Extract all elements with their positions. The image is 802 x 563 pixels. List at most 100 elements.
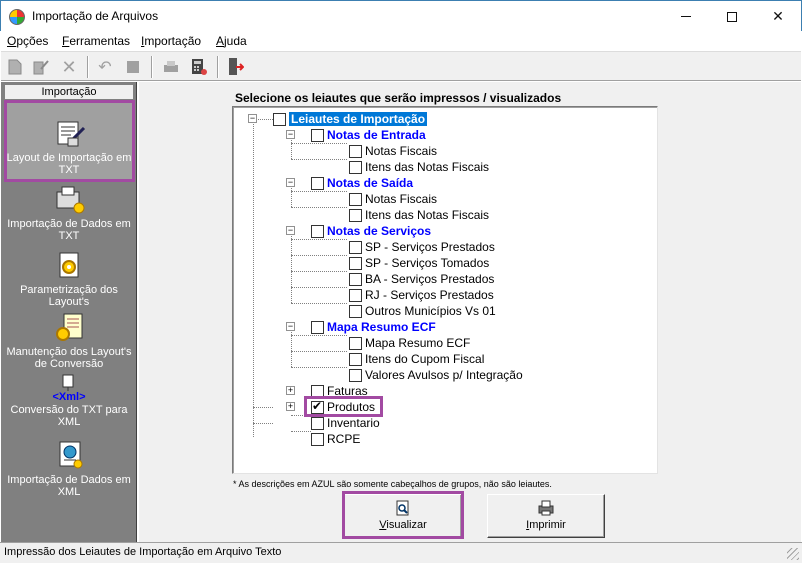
close-button[interactable]: ✕ <box>755 1 801 32</box>
checkbox[interactable] <box>349 192 362 206</box>
sidebar-item-manutencao[interactable]: Manutenção dos Layout's de Conversão <box>4 310 134 374</box>
tree-node-label: SP - Serviços Tomados <box>365 256 490 270</box>
sidebar-item-parametrizacao[interactable]: Parametrização dos Layout's <box>4 246 134 310</box>
checkbox[interactable] <box>349 288 362 302</box>
window-title: Importação de Arquivos <box>32 9 159 23</box>
sidebar-item-importacao-txt[interactable]: Importação de Dados em TXT <box>4 182 134 246</box>
tree-expander[interactable]: + <box>286 402 295 411</box>
layout-tree[interactable]: − − − − − + + Leiautes de Importação Not… <box>232 106 658 474</box>
menu-ferramentas[interactable]: Ferramentas <box>62 34 130 48</box>
data-import-icon <box>54 184 85 214</box>
checkbox[interactable] <box>311 176 324 190</box>
tree-line <box>291 239 347 240</box>
print-button[interactable] <box>161 57 181 77</box>
sidebar-item-importacao-xml[interactable]: Importação de Dados em XML <box>4 436 134 500</box>
tree-line <box>291 159 347 160</box>
tree-line <box>291 327 292 367</box>
checkbox[interactable] <box>273 112 286 126</box>
sidebar-item-label: Importação de Dados em XML <box>7 474 131 498</box>
tree-node-label: Mapa Resumo ECF <box>327 320 436 334</box>
tree-node-group-mapa[interactable]: Mapa Resumo ECF <box>311 319 436 335</box>
calc-button[interactable] <box>189 57 209 77</box>
checkbox[interactable] <box>311 320 324 334</box>
printer-icon <box>164 61 178 72</box>
checkbox[interactable] <box>349 304 362 318</box>
checkbox[interactable] <box>349 240 362 254</box>
tree-line <box>291 303 347 304</box>
tree-node-label: Outros Municípios Vs 01 <box>365 304 496 318</box>
exit-button[interactable] <box>225 57 245 77</box>
tree-node-leaf[interactable]: Notas Fiscais <box>349 143 437 159</box>
sidebar-item-label: Manutenção dos Layout's de Conversão <box>6 346 132 370</box>
menu-importacao-label: mportação <box>144 34 202 48</box>
menu-ajuda[interactable]: Ajuda <box>216 34 247 48</box>
tree-line <box>291 271 347 272</box>
checkbox[interactable] <box>349 336 362 350</box>
tree-line <box>291 207 347 208</box>
tree-expander[interactable]: − <box>286 178 295 187</box>
tree-node-label: RJ - Serviços Prestados <box>365 288 494 302</box>
tree-line <box>253 407 273 408</box>
checkbox[interactable] <box>349 272 362 286</box>
minimize-button[interactable] <box>663 1 709 32</box>
tree-node-leaf[interactable]: BA - Serviços Prestados <box>349 271 494 287</box>
tree-node-leaf[interactable]: SP - Serviços Prestados <box>349 239 495 255</box>
tree-node-leaf[interactable]: Itens das Notas Fiscais <box>349 159 489 175</box>
sidebar: Importação Layout de Importação em TXT I… <box>1 82 137 542</box>
toolbar-separator <box>217 56 219 78</box>
tree-node-group-servicos[interactable]: Notas de Serviços <box>311 223 431 239</box>
resize-grip-icon[interactable] <box>787 548 799 560</box>
tree-node-rcpe[interactable]: RCPE <box>311 431 360 447</box>
imprimir-label: mprimir <box>529 519 566 531</box>
tree-expander[interactable]: − <box>286 322 295 331</box>
printer-icon <box>537 500 555 516</box>
tree-node-leaf[interactable]: Mapa Resumo ECF <box>349 335 470 351</box>
menu-opcoes[interactable]: Opções <box>7 34 48 48</box>
tree-node-leaf[interactable]: RJ - Serviços Prestados <box>349 287 494 303</box>
maximize-button[interactable] <box>709 1 755 32</box>
checkbox[interactable] <box>349 160 362 174</box>
menu-importacao[interactable]: Importação <box>141 34 201 48</box>
checkbox[interactable] <box>349 144 362 158</box>
sidebar-item-label: Importação de Dados em TXT <box>7 218 131 242</box>
new-doc-icon <box>8 59 22 75</box>
tree-expander[interactable]: − <box>286 226 295 235</box>
tree-node-root[interactable]: Leiautes de Importação <box>273 111 428 127</box>
checkbox[interactable] <box>311 416 324 430</box>
tree-node-label: BA - Serviços Prestados <box>365 272 495 286</box>
tree-expander[interactable]: + <box>286 386 295 395</box>
tree-node-leaf[interactable]: Notas Fiscais <box>349 191 437 207</box>
tree-node-group-entrada[interactable]: Notas de Entrada <box>311 127 426 143</box>
undo-button[interactable]: ↶ <box>95 57 115 77</box>
tree-node-leaf[interactable]: Itens das Notas Fiscais <box>349 207 489 223</box>
tree-node-leaf[interactable]: Itens do Cupom Fiscal <box>349 351 484 367</box>
checkbox[interactable] <box>349 256 362 270</box>
stop-button[interactable] <box>123 57 143 77</box>
tree-node-leaf[interactable]: Valores Avulsos p/ Integração <box>349 367 523 383</box>
tree-node-leaf[interactable]: SP - Serviços Tomados <box>349 255 489 271</box>
menu-opcoes-mnemonic: O <box>7 34 17 48</box>
parameters-icon <box>54 250 84 280</box>
delete-button[interactable]: ✕ <box>59 57 79 77</box>
tree-node-label: Leiautes de Importação <box>289 112 428 126</box>
toolbar-separator <box>151 56 153 78</box>
tree-line <box>253 423 273 424</box>
checkbox[interactable] <box>349 368 362 382</box>
tree-node-group-saida[interactable]: Notas de Saída <box>311 175 413 191</box>
tree-expander[interactable]: − <box>248 114 257 123</box>
menu-ferramentas-label: erramentas <box>69 34 131 48</box>
checkbox[interactable] <box>349 352 362 366</box>
imprimir-button[interactable]: Imprimir <box>487 494 605 538</box>
sidebar-item-conversao-xml[interactable]: <Xml> Conversão do TXT para XML <box>4 372 134 436</box>
checkbox[interactable] <box>311 128 324 142</box>
new-button[interactable] <box>5 57 25 77</box>
tree-node-leaf[interactable]: Outros Municípios Vs 01 <box>349 303 496 319</box>
tree-node-label: Mapa Resumo ECF <box>365 336 471 350</box>
edit-button[interactable] <box>31 57 51 77</box>
tree-line <box>291 143 347 144</box>
checkbox[interactable] <box>311 432 324 446</box>
tree-expander[interactable]: − <box>286 130 295 139</box>
checkbox[interactable] <box>349 208 362 222</box>
tree-node-inventario[interactable]: Inventario <box>311 415 380 431</box>
checkbox[interactable] <box>311 224 324 238</box>
